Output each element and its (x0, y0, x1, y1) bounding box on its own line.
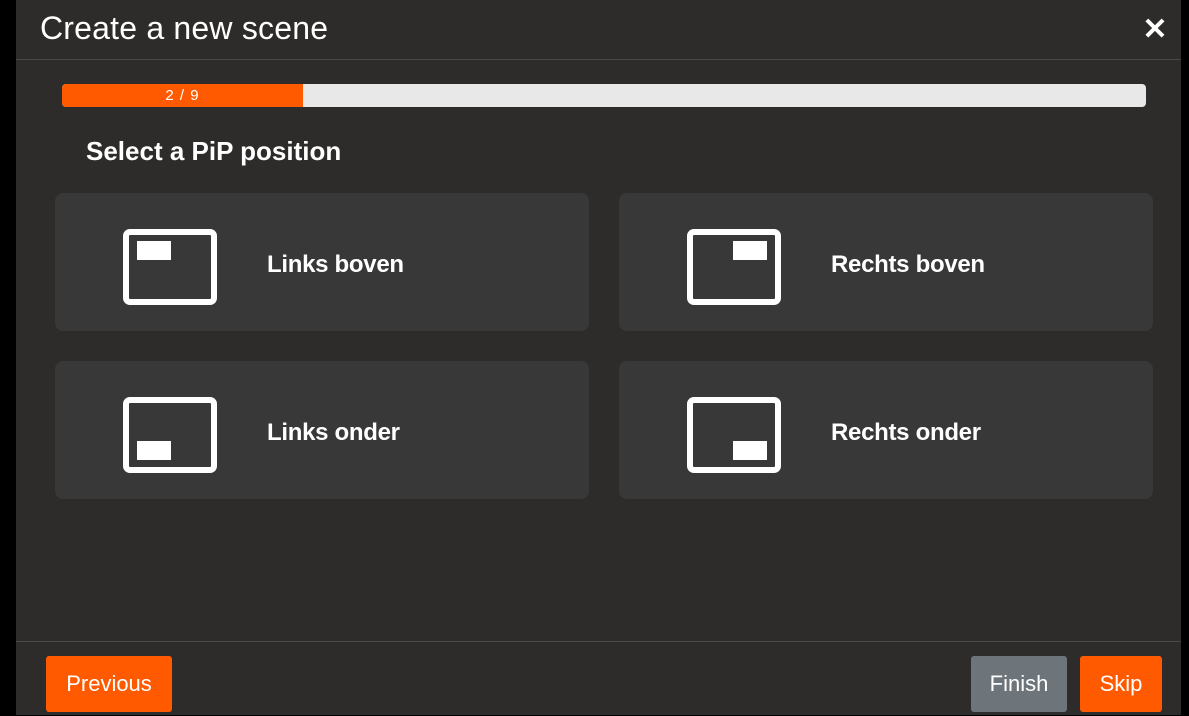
create-scene-dialog: Create a new scene ✕ 2 / 9 Select a PiP … (16, 0, 1181, 715)
dialog-header: Create a new scene ✕ (16, 0, 1181, 60)
dialog-footer: Previous Finish Skip (16, 641, 1181, 716)
option-label: Rechts onder (831, 419, 981, 446)
pip-bottom-left-icon (123, 397, 217, 473)
section-title: Select a PiP position (86, 136, 342, 166)
pip-top-left-icon (123, 229, 217, 305)
progress-bar: 2 / 9 (62, 84, 1146, 107)
progress-label: 2 / 9 (165, 87, 200, 104)
close-icon: ✕ (1142, 12, 1168, 46)
progress-fill: 2 / 9 (62, 84, 303, 107)
option-label: Links onder (267, 419, 400, 446)
option-label: Links boven (267, 251, 404, 278)
option-rechts-onder[interactable]: Rechts onder (619, 361, 1153, 499)
previous-button[interactable]: Previous (46, 656, 172, 712)
finish-button[interactable]: Finish (971, 656, 1067, 712)
pip-top-right-icon (687, 229, 781, 305)
close-button[interactable]: ✕ (1138, 12, 1172, 46)
dialog-title: Create a new scene (40, 10, 329, 46)
pip-bottom-right-icon (687, 397, 781, 473)
option-links-boven[interactable]: Links boven (55, 193, 589, 331)
option-rechts-boven[interactable]: Rechts boven (619, 193, 1153, 331)
option-label: Rechts boven (831, 251, 985, 278)
skip-button[interactable]: Skip (1080, 656, 1162, 712)
option-links-onder[interactable]: Links onder (55, 361, 589, 499)
